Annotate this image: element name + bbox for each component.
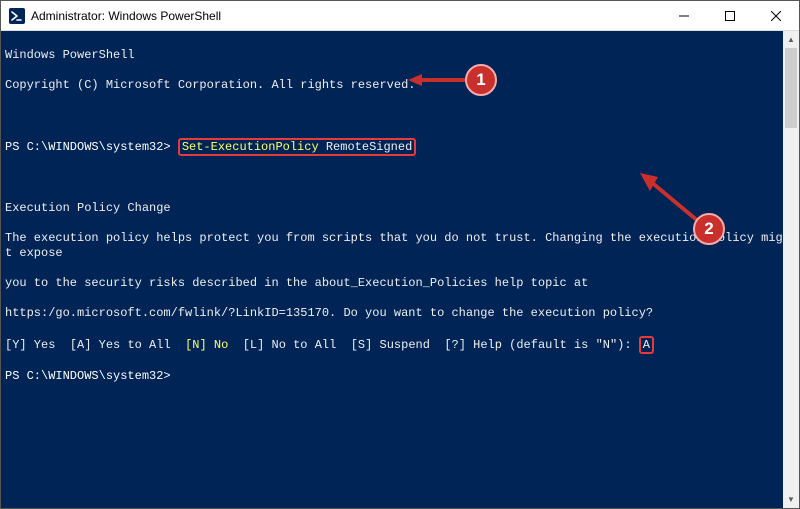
option-no-all: [L] No to All bbox=[243, 338, 337, 352]
confirm-text-2: you to the security risks described in t… bbox=[5, 276, 588, 290]
window-controls bbox=[661, 1, 799, 30]
prompt-1: PS C:\WINDOWS\system32> bbox=[5, 140, 178, 154]
annotation-number-1: 1 bbox=[476, 70, 485, 90]
option-no-default: [N] No bbox=[185, 338, 228, 352]
powershell-icon bbox=[9, 8, 25, 24]
titlebar[interactable]: Administrator: Windows PowerShell bbox=[1, 1, 799, 31]
vertical-scrollbar[interactable]: ▲ ▼ bbox=[783, 31, 799, 508]
confirm-text-1: The execution policy helps protect you f… bbox=[5, 231, 790, 260]
banner-line-1: Windows PowerShell bbox=[5, 48, 135, 62]
confirm-text-3: https:/go.microsoft.com/fwlink/?LinkID=1… bbox=[5, 306, 653, 320]
scroll-down-button[interactable]: ▼ bbox=[783, 491, 799, 508]
option-suspend: [S] Suspend bbox=[351, 338, 430, 352]
option-yes-all: [A] Yes to All bbox=[70, 338, 171, 352]
option-yes: [Y] Yes bbox=[5, 338, 55, 352]
maximize-button[interactable] bbox=[707, 1, 753, 30]
annotation-bubble-2: 2 bbox=[693, 213, 725, 245]
scroll-thumb[interactable] bbox=[785, 48, 797, 128]
confirm-heading: Execution Policy Change bbox=[5, 201, 171, 215]
option-help: [?] Help (default is "N"): bbox=[444, 338, 638, 352]
answer-input: A bbox=[643, 338, 650, 352]
scroll-track[interactable] bbox=[783, 48, 799, 491]
annotation-bubble-1: 1 bbox=[465, 64, 497, 96]
banner-line-2: Copyright (C) Microsoft Corporation. All… bbox=[5, 78, 415, 92]
command-arg: RemoteSigned bbox=[319, 140, 413, 154]
window-title: Administrator: Windows PowerShell bbox=[31, 9, 661, 23]
highlight-answer: A bbox=[639, 336, 654, 354]
close-button[interactable] bbox=[753, 1, 799, 30]
highlight-command: Set-ExecutionPolicy RemoteSigned bbox=[178, 138, 416, 156]
command-name: Set-ExecutionPolicy bbox=[182, 140, 319, 154]
powershell-window: Administrator: Windows PowerShell Window… bbox=[0, 0, 800, 509]
annotation-number-2: 2 bbox=[704, 219, 713, 239]
prompt-2: PS C:\WINDOWS\system32> bbox=[5, 369, 171, 383]
minimize-button[interactable] bbox=[661, 1, 707, 30]
terminal-body[interactable]: Windows PowerShell Copyright (C) Microso… bbox=[1, 31, 799, 508]
scroll-up-button[interactable]: ▲ bbox=[783, 31, 799, 48]
